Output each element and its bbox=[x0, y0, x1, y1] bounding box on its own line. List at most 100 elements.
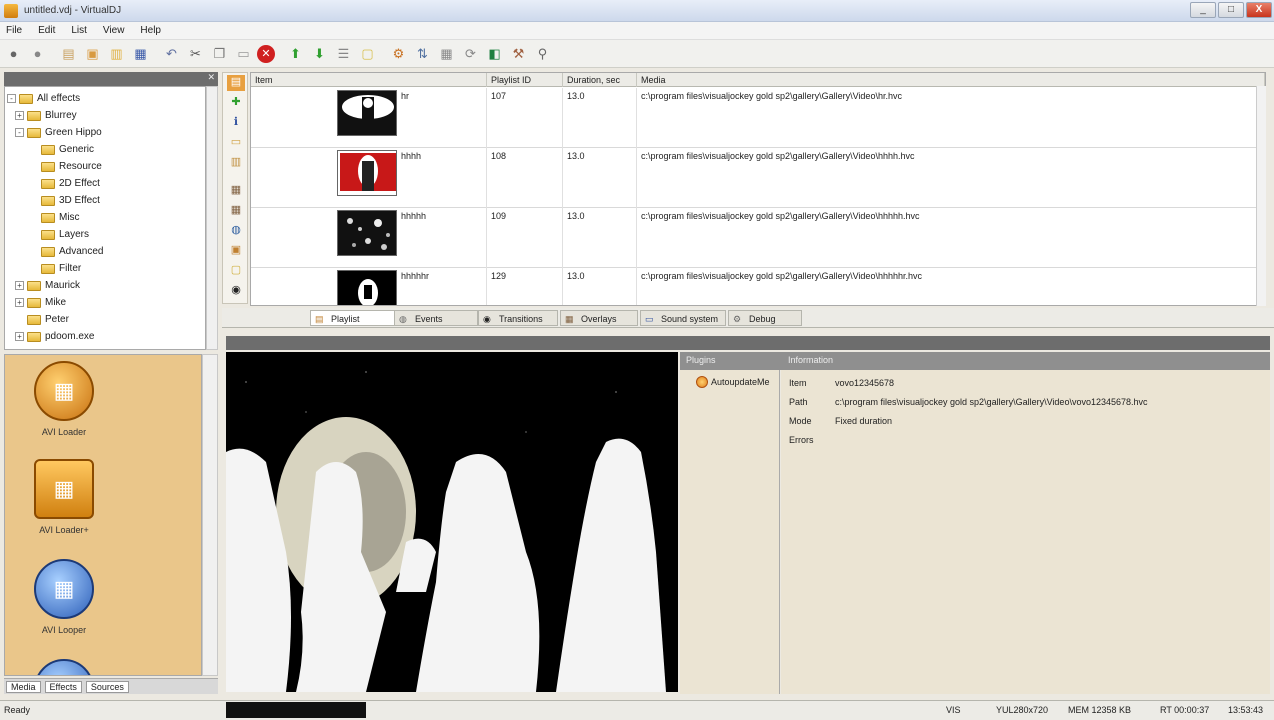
column-item[interactable]: Item bbox=[251, 73, 487, 87]
note-icon[interactable]: ▢ bbox=[227, 263, 245, 279]
menu-list[interactable]: List bbox=[71, 25, 87, 36]
cell-item: hhhhhr bbox=[251, 268, 487, 305]
back-icon[interactable]: ● bbox=[3, 43, 24, 64]
tree-item[interactable]: Filter bbox=[41, 260, 81, 277]
tree-item[interactable]: 2D Effect bbox=[41, 175, 100, 192]
film-icon: ▦ bbox=[34, 361, 94, 421]
table-row[interactable]: hhhhh 109 13.0 c:\program files\visualjo… bbox=[251, 208, 1257, 268]
tree-item[interactable]: - All effects bbox=[7, 90, 80, 107]
information-header: Information bbox=[788, 355, 834, 365]
import-icon[interactable]: ⚙ bbox=[388, 43, 409, 64]
effect-avi-looper[interactable]: ▦ AVI Looper bbox=[29, 559, 99, 635]
capture-icon[interactable]: ◧ bbox=[484, 43, 505, 64]
tree-item[interactable]: + Maurick bbox=[15, 277, 80, 294]
maximize-button[interactable]: □ bbox=[1218, 2, 1244, 18]
search-icon[interactable]: ⚲ bbox=[532, 43, 553, 64]
globe-icon[interactable]: ◍ bbox=[227, 223, 245, 239]
tree-item[interactable]: + Mike bbox=[15, 294, 66, 311]
tree-item[interactable]: Peter bbox=[27, 311, 69, 328]
tree-item[interactable]: Misc bbox=[41, 209, 80, 226]
column-media[interactable]: Media bbox=[637, 73, 1265, 87]
tab-overlays[interactable]: ▦ Overlays bbox=[560, 310, 638, 326]
effect-partial[interactable] bbox=[29, 659, 99, 675]
events-icon: ◍ bbox=[399, 314, 407, 324]
info-icon[interactable]: ℹ bbox=[227, 115, 245, 131]
forward-icon[interactable]: ● bbox=[27, 43, 48, 64]
stack-icon[interactable]: ▥ bbox=[227, 155, 245, 171]
window-controls: _ □ X bbox=[1190, 2, 1272, 18]
effect-avi-loader[interactable]: ▦ AVI Loader bbox=[29, 361, 99, 437]
add-icon[interactable]: ✚ bbox=[227, 95, 245, 111]
tree-panel-header: ✕ bbox=[4, 72, 218, 86]
view-icon[interactable]: ▦ bbox=[436, 43, 457, 64]
settings-icon[interactable]: ⚒ bbox=[508, 43, 529, 64]
table-scrollbar[interactable] bbox=[1256, 86, 1266, 306]
cell-duration: 13.0 bbox=[563, 88, 637, 148]
list-icon[interactable]: ☰ bbox=[333, 43, 354, 64]
column-duration[interactable]: Duration, sec bbox=[563, 73, 637, 87]
tree-item[interactable]: Layers bbox=[41, 226, 89, 243]
sort-icon[interactable]: ⇅ bbox=[412, 43, 433, 64]
tree-item[interactable]: - Green Hippo bbox=[15, 124, 102, 141]
looper-icon: ▦ bbox=[34, 559, 94, 619]
tab-debug[interactable]: ⚙ Debug bbox=[728, 310, 802, 326]
effects-scrollbar[interactable] bbox=[202, 354, 218, 676]
table-row[interactable]: hhhh 108 13.0 c:\program files\visualjoc… bbox=[251, 148, 1257, 208]
minimize-button[interactable]: _ bbox=[1190, 2, 1216, 18]
note-icon[interactable]: ▢ bbox=[357, 43, 378, 64]
menu-file[interactable]: File bbox=[6, 25, 22, 36]
menu-help[interactable]: Help bbox=[140, 25, 161, 36]
column-playlist-id[interactable]: Playlist ID bbox=[487, 73, 563, 87]
folder-icon[interactable]: ▭ bbox=[227, 135, 245, 151]
clips-icon[interactable]: ▦ bbox=[227, 183, 245, 199]
table-row[interactable]: hhhhhr 129 13.0 c:\program files\visualj… bbox=[251, 268, 1257, 305]
new-icon[interactable]: ▤ bbox=[58, 43, 79, 64]
refresh-icon[interactable]: ⟳ bbox=[460, 43, 481, 64]
media-icon[interactable]: ▦ bbox=[227, 203, 245, 219]
close-icon[interactable]: ✕ bbox=[207, 72, 215, 83]
paste-icon[interactable]: ▭ bbox=[233, 43, 254, 64]
tab-events[interactable]: ◍ Events bbox=[394, 310, 478, 326]
film-icon: ▦ bbox=[34, 459, 94, 519]
folder-icon bbox=[41, 246, 55, 257]
tree-item[interactable]: Resource bbox=[41, 158, 102, 175]
playlist-icon[interactable]: ▤ bbox=[227, 75, 245, 91]
cell-item: hhhhh bbox=[251, 208, 487, 268]
box-icon[interactable]: ▣ bbox=[227, 243, 245, 259]
menu-edit[interactable]: Edit bbox=[38, 25, 55, 36]
tree-item[interactable]: + Blurrey bbox=[15, 107, 77, 124]
tree-scrollbar[interactable] bbox=[206, 86, 218, 350]
undo-icon[interactable]: ↶ bbox=[161, 43, 182, 64]
cell-duration: 13.0 bbox=[563, 148, 637, 208]
tab-playlist[interactable]: ▤ Playlist bbox=[310, 310, 398, 326]
tab-media[interactable]: Media bbox=[6, 680, 41, 693]
folder-icon bbox=[19, 93, 33, 104]
save-icon[interactable]: ▦ bbox=[130, 43, 151, 64]
app-icon bbox=[4, 3, 18, 18]
tab-effects[interactable]: Effects bbox=[44, 680, 82, 693]
open-folder-icon[interactable]: ▥ bbox=[106, 43, 127, 64]
open-icon[interactable]: ▣ bbox=[82, 43, 103, 64]
move-up-icon[interactable]: ⬆ bbox=[285, 43, 306, 64]
folder-icon bbox=[41, 161, 55, 172]
effect-avi-loader-plus[interactable]: ▦ AVI Loader+ bbox=[29, 459, 99, 535]
table-row[interactable]: hr 107 13.0 c:\program files\visualjocke… bbox=[251, 88, 1257, 148]
close-button[interactable]: X bbox=[1246, 2, 1272, 18]
cut-icon[interactable]: ✂ bbox=[185, 43, 206, 64]
folder-icon bbox=[27, 297, 41, 308]
tree-item[interactable]: 3D Effect bbox=[41, 192, 100, 209]
power-icon[interactable]: ◉ bbox=[227, 283, 245, 299]
tree-item[interactable]: Advanced bbox=[41, 243, 103, 260]
tab-sources[interactable]: Sources bbox=[85, 680, 129, 693]
plugin-item[interactable]: AutoupdateMe bbox=[696, 376, 770, 388]
cell-id: 129 bbox=[487, 268, 563, 305]
tab-sound-system[interactable]: ▭ Sound system bbox=[640, 310, 726, 326]
copy-icon[interactable]: ❐ bbox=[209, 43, 230, 64]
delete-icon[interactable]: ✕ bbox=[257, 44, 275, 63]
menu-view[interactable]: View bbox=[103, 25, 125, 36]
tree-item[interactable]: + pdoom.exe bbox=[15, 328, 94, 345]
tab-transitions[interactable]: ◉ Transitions bbox=[478, 310, 558, 326]
tree-item[interactable]: Generic bbox=[41, 141, 94, 158]
move-down-icon[interactable]: ⬇ bbox=[309, 43, 330, 64]
cell-media: c:\program files\visualjockey gold sp2\g… bbox=[637, 88, 1257, 148]
